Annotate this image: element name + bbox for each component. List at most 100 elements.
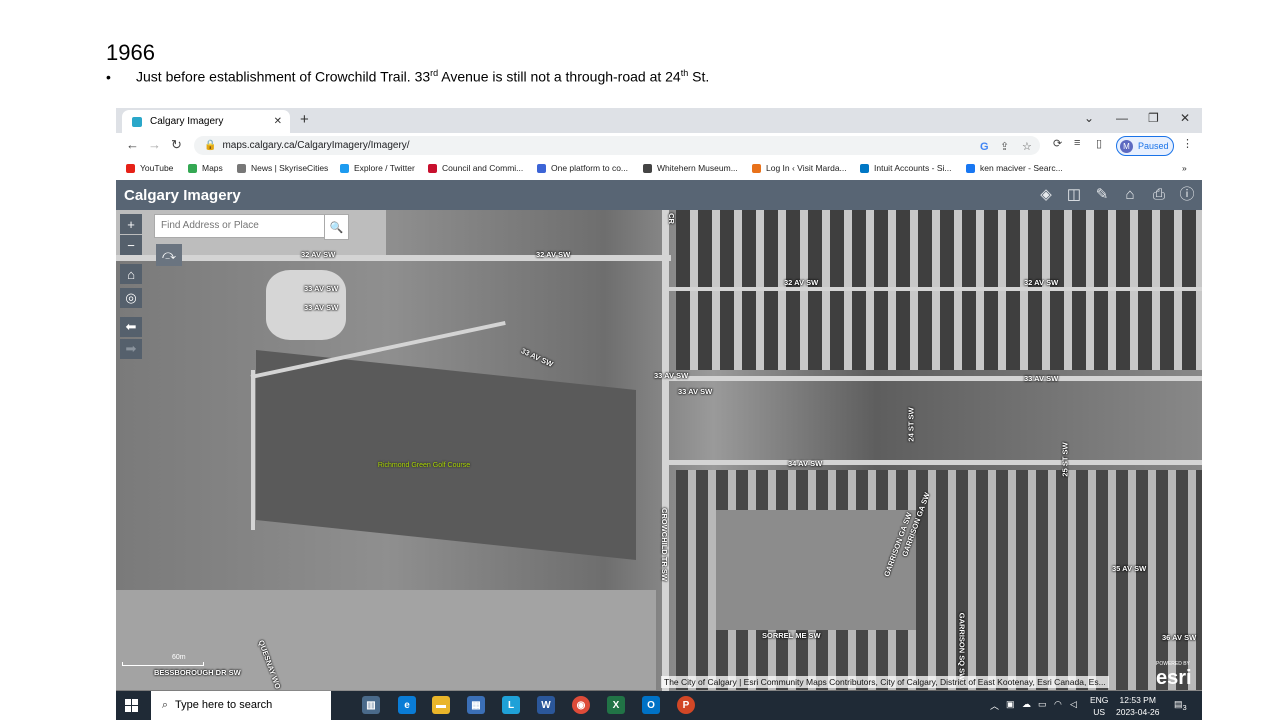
l-app-icon[interactable]: L bbox=[502, 696, 520, 714]
minimize-icon[interactable]: — bbox=[1116, 111, 1128, 125]
locate-icon[interactable]: ◎ bbox=[120, 288, 142, 308]
bookmark-visit-marda[interactable]: Log In ‹ Visit Marda... bbox=[752, 163, 847, 173]
search-button[interactable]: 🔍 bbox=[324, 214, 349, 240]
lang-top: ENG bbox=[1090, 695, 1109, 705]
bookmark-council[interactable]: Council and Commi... bbox=[428, 163, 523, 173]
home-icon[interactable]: ⌂ bbox=[120, 264, 142, 284]
bookmark-label: News | SkyriseCities bbox=[251, 163, 329, 173]
window-close-icon[interactable]: ✕ bbox=[1180, 111, 1190, 125]
street-label: BESSBOROUGH DR SW bbox=[154, 668, 241, 677]
print-icon[interactable]: ⎙ bbox=[1149, 185, 1169, 205]
tab-title: Calgary Imagery bbox=[150, 116, 224, 127]
notification-icon[interactable]: ▤3 bbox=[1174, 699, 1187, 712]
info-icon[interactable]: ⓘ bbox=[1177, 185, 1197, 205]
bookmark-twitter[interactable]: Explore / Twitter bbox=[340, 163, 415, 173]
street-label: GARRISON SQ SW bbox=[957, 612, 967, 681]
bookmark-label: Intuit Accounts - Si... bbox=[874, 163, 952, 173]
bullet-text-3: St. bbox=[688, 68, 710, 85]
more-bookmarks-icon[interactable]: » bbox=[1182, 163, 1187, 173]
taskbar-search[interactable]: ⌕ Type here to search bbox=[151, 691, 331, 720]
new-tab-icon[interactable]: + bbox=[300, 111, 309, 128]
volume-icon[interactable]: ◁ bbox=[1070, 699, 1077, 710]
taskbar-clock[interactable]: 12:53 PM 2023-04-26 bbox=[1116, 694, 1159, 718]
profile-avatar: M bbox=[1120, 139, 1133, 153]
basemap-toggle-icon[interactable]: ⤼ bbox=[156, 244, 182, 266]
layers-icon[interactable]: ◈ bbox=[1036, 185, 1056, 205]
zoom-icon bbox=[537, 163, 546, 173]
store-icon[interactable]: ▦ bbox=[467, 696, 485, 714]
education-icon[interactable]: ⌂ bbox=[1120, 185, 1140, 205]
skyrise-icon bbox=[237, 163, 246, 173]
onedrive-icon[interactable]: ☁ bbox=[1022, 699, 1031, 710]
language-indicator[interactable]: ENG US bbox=[1090, 694, 1108, 718]
tab-calgary-imagery[interactable]: Calgary Imagery ✕ bbox=[122, 110, 290, 133]
zoom-in-button[interactable]: + bbox=[120, 214, 142, 234]
bookmark-maps[interactable]: Maps bbox=[188, 163, 223, 173]
reading-list-icon[interactable]: ≡ bbox=[1074, 137, 1080, 149]
bookmark-label: YouTube bbox=[140, 163, 174, 173]
extension-icon[interactable]: ⟳ bbox=[1053, 137, 1062, 150]
zoom-out-button[interactable]: − bbox=[120, 235, 142, 255]
scale-label: 60m bbox=[172, 654, 186, 661]
task-view-icon[interactable]: ▥ bbox=[362, 696, 380, 714]
youtube-icon bbox=[126, 163, 135, 173]
street-label: 33 AV SW bbox=[519, 346, 555, 369]
powerpoint-icon[interactable]: P bbox=[677, 696, 695, 714]
excel-icon[interactable]: X bbox=[607, 696, 625, 714]
bookmark-one-platform[interactable]: One platform to co... bbox=[537, 163, 628, 173]
chrome-icon[interactable]: ◉ bbox=[572, 696, 590, 714]
map-view[interactable]: 32 AV SW 32 AV SW 33 AV SW 33 AV SW 33 A… bbox=[116, 210, 1202, 691]
tray-app-icon[interactable]: ▣ bbox=[1006, 699, 1015, 710]
bullet-sup-1: rd bbox=[430, 68, 439, 78]
chrome-menu-icon[interactable]: ⋮ bbox=[1182, 137, 1193, 150]
tray-chevron-icon[interactable]: ︿ bbox=[990, 699, 999, 712]
outlook-icon[interactable]: O bbox=[642, 696, 660, 714]
windows-start-icon[interactable] bbox=[125, 699, 138, 712]
bookmark-skyrisecities[interactable]: News | SkyriseCities bbox=[237, 163, 328, 173]
bookmark-whitehern[interactable]: Whitehern Museum... bbox=[643, 163, 738, 173]
file-explorer-icon[interactable]: ▬ bbox=[432, 696, 450, 714]
back-arrow-icon[interactable]: ← bbox=[126, 137, 139, 152]
road bbox=[669, 376, 1202, 381]
clock-time: 12:53 PM bbox=[1119, 695, 1156, 705]
street-label: 33 AV SW bbox=[678, 387, 713, 396]
road bbox=[669, 460, 1202, 465]
bookmark-facebook[interactable]: ken maciver - Searc... bbox=[966, 163, 1063, 173]
bullet-marker: • bbox=[106, 68, 111, 85]
profile-status: Paused bbox=[1138, 141, 1169, 151]
reload-icon[interactable]: ↻ bbox=[171, 137, 182, 153]
address-bar[interactable]: 🔒 maps.calgary.ca/CalgaryImagery/Imagery/… bbox=[194, 136, 1040, 155]
search-icon: 🔍 bbox=[329, 221, 344, 234]
share-icon[interactable]: ⇪ bbox=[1000, 138, 1009, 157]
browser-screenshot: Calgary Imagery ✕ + ⌄ — ❐ ✕ ← → ↻ 🔒 maps.… bbox=[116, 108, 1202, 720]
globe-icon bbox=[643, 163, 652, 173]
bookmark-intuit[interactable]: Intuit Accounts - Si... bbox=[860, 163, 951, 173]
tab-search-chevron-icon[interactable]: ⌄ bbox=[1084, 111, 1094, 125]
swipe-compare-icon[interactable]: ◫ bbox=[1064, 185, 1084, 205]
scale-bar: 60m bbox=[122, 654, 204, 666]
forward-arrow-icon[interactable]: → bbox=[148, 137, 161, 152]
windows-taskbar: ⌕ Type here to search ▥ e ▬ ▦ L W ◉ X O P… bbox=[116, 691, 1202, 720]
scale-bar-line bbox=[122, 662, 204, 666]
battery-icon[interactable]: ▭ bbox=[1038, 699, 1047, 710]
edge-icon[interactable]: e bbox=[398, 696, 416, 714]
bookmark-star-icon[interactable]: ☆ bbox=[1022, 138, 1032, 157]
side-panel-icon[interactable]: ▯ bbox=[1096, 137, 1102, 150]
twitter-icon bbox=[340, 163, 349, 173]
imagery-block bbox=[256, 350, 636, 560]
restore-icon[interactable]: ❐ bbox=[1148, 111, 1159, 125]
google-icon[interactable]: G bbox=[980, 138, 989, 157]
wifi-icon[interactable]: ◠ bbox=[1054, 699, 1062, 710]
search-input[interactable] bbox=[155, 215, 327, 236]
measure-icon[interactable]: ✎ bbox=[1092, 185, 1112, 205]
bookmark-youtube[interactable]: YouTube bbox=[126, 163, 173, 173]
tab-close-icon[interactable]: ✕ bbox=[274, 116, 282, 127]
road bbox=[669, 287, 1202, 291]
address-bar-row: ← → ↻ 🔒 maps.calgary.ca/CalgaryImagery/Im… bbox=[116, 133, 1202, 158]
profile-button[interactable]: M Paused bbox=[1116, 136, 1174, 156]
previous-extent-icon[interactable]: ⬅ bbox=[120, 317, 142, 337]
tab-strip: Calgary Imagery ✕ + ⌄ — ❐ ✕ bbox=[116, 108, 1202, 133]
street-label: 33 AV SW bbox=[304, 303, 339, 312]
word-icon[interactable]: W bbox=[537, 696, 555, 714]
next-extent-icon[interactable]: ➡ bbox=[120, 339, 142, 359]
